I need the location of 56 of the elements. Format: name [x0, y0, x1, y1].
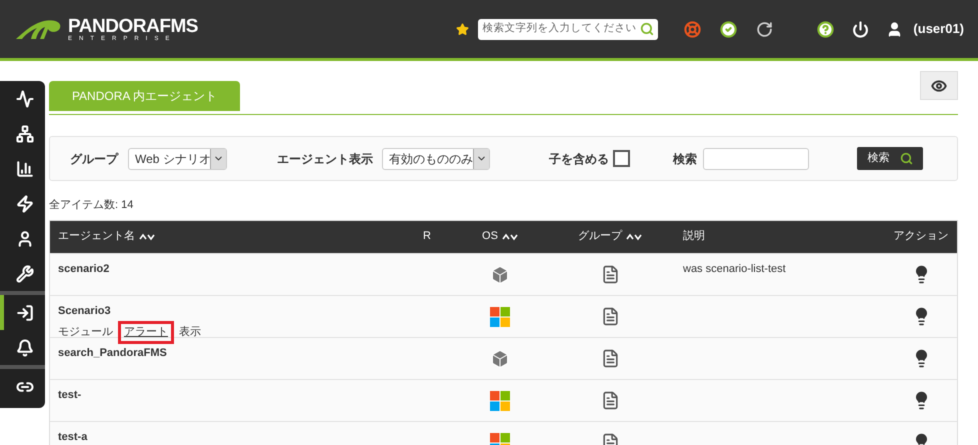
agent-name[interactable]: Scenario3	[58, 302, 407, 319]
refresh-icon[interactable]	[756, 20, 774, 38]
network-icon	[16, 124, 34, 142]
column-header: 説明	[683, 229, 705, 244]
group-icon	[600, 264, 620, 284]
tools-icon	[16, 264, 34, 282]
user-icon	[16, 230, 34, 248]
row-link[interactable]: モジュール	[58, 324, 113, 340]
row-link[interactable]: 表示	[179, 324, 201, 340]
bell-icon	[16, 338, 34, 356]
agent-icon	[16, 304, 34, 322]
sort-icon[interactable]	[139, 232, 155, 240]
star-icon[interactable]	[456, 22, 470, 36]
search-button[interactable]: 検索	[857, 147, 923, 170]
column-header: アクション	[894, 229, 948, 244]
display-select[interactable]: 有効のもののみ	[382, 148, 490, 170]
group-icon	[600, 306, 620, 326]
search-field[interactable]: 検索文字列を入力してください	[478, 18, 658, 40]
row-link[interactable]: アラート	[118, 321, 174, 344]
sort-icon[interactable]	[502, 232, 518, 240]
windows-icon	[490, 306, 510, 326]
user-name[interactable]: (user01)	[913, 19, 964, 39]
column-header: R	[423, 229, 431, 244]
windows-icon	[490, 390, 510, 410]
agent-name[interactable]: test-	[58, 386, 407, 403]
column-header[interactable]: OS	[482, 228, 518, 245]
agent-name[interactable]: search_PandoraFMS	[58, 344, 407, 361]
cube-icon	[490, 264, 510, 284]
group-select[interactable]: Web シナリオ	[128, 148, 227, 170]
activity-icon	[16, 90, 34, 108]
power-icon[interactable]	[852, 20, 870, 38]
filter-label: 検索	[673, 150, 697, 168]
agent-name[interactable]: scenario2	[58, 260, 407, 277]
children-checkbox[interactable]	[613, 150, 630, 167]
lifebuoy-icon[interactable]	[684, 20, 702, 38]
total-count: 全アイテム数: 14	[49, 198, 134, 213]
eye-icon	[931, 78, 947, 94]
help-icon[interactable]	[817, 20, 834, 38]
sort-icon[interactable]	[626, 232, 642, 240]
filter-label: エージェント表示	[277, 150, 373, 168]
search-icon	[900, 152, 912, 165]
view-button[interactable]	[920, 71, 958, 100]
group-icon	[600, 390, 620, 410]
agent-description: was scenario-list-test	[683, 262, 786, 274]
check-icon[interactable]	[720, 20, 738, 38]
group-icon	[600, 348, 620, 368]
filter-label: グループ	[70, 150, 118, 168]
logo-title: PANDORAFMS	[68, 16, 198, 36]
chart-icon	[16, 160, 34, 178]
filter-label: 子を含める	[549, 150, 609, 168]
agent-name[interactable]: test-a	[58, 428, 407, 445]
search-input[interactable]	[703, 148, 809, 170]
cube-icon	[490, 348, 510, 368]
bolt-icon	[16, 194, 34, 212]
column-header[interactable]: グループ	[578, 228, 642, 245]
column-header[interactable]: エージェント名	[58, 228, 155, 245]
